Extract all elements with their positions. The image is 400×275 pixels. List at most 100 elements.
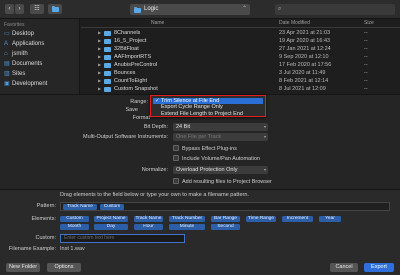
bit-depth-label: Bit Depth: [143,124,168,130]
file-date: 9 Sep 2020 at 12:10 [279,54,329,60]
folder-icon [104,54,111,60]
new-folder-button[interactable]: New Folder [6,263,40,272]
bypass-effects-checkbox[interactable]: Bypass Effect Plug-ins [173,145,237,153]
pattern-token-track-name[interactable]: Track Name [63,204,97,210]
add-to-project-browser-checkbox[interactable]: Add resulting files to Project Browser [173,178,272,186]
element-token[interactable]: Hour [134,223,163,230]
disclosure-triangle-icon[interactable]: ▶ [98,61,101,69]
disclosure-triangle-icon[interactable]: ▶ [98,53,101,61]
pattern-field[interactable]: Track Name Custom [60,202,390,211]
element-token[interactable]: Day [94,223,128,230]
element-token[interactable]: Custom [60,216,89,222]
folder-icon [104,38,111,44]
range-menu-item[interactable]: ✓ Trim Silence at File End [153,98,263,104]
bit-depth-value: 24 Bit [176,124,191,130]
sidebar-item-development[interactable]: ▣ Development [0,79,79,89]
file-size: -- [364,86,368,92]
element-token[interactable]: Month [60,223,89,230]
checkbox-box [173,145,179,151]
sidebar-item-icon: A [4,41,9,47]
disclosure-triangle-icon[interactable]: ▶ [98,69,101,77]
file-row[interactable]: ▶ Bounces 3 Jul 2020 at 11:49 -- [81,69,400,77]
file-date: 8 Jul 2021 at 12:09 [279,86,326,92]
disclosure-triangle-icon[interactable]: ▶ [98,37,101,45]
sidebar-item-documents[interactable]: ▤ Documents [0,59,79,69]
disclosure-triangle-icon[interactable]: ▶ [98,77,101,85]
sidebar-item-label: Applications [12,41,45,47]
normalize-popup[interactable]: Overload Protection Only ▾ [173,166,268,174]
chevron-right-icon: › [18,6,21,12]
range-menu-item[interactable]: Extend File Length to Project End [153,111,263,117]
element-token[interactable]: Increment [282,216,313,222]
custom-label: Custom: [35,235,56,241]
back-button[interactable]: ‹ [5,4,14,14]
sidebar-item-label: jsmith [12,51,28,57]
folder-icon [104,62,111,68]
element-token[interactable]: Time Range [246,216,276,222]
search-field[interactable]: ⌕ [275,4,395,15]
element-token[interactable]: Year [319,216,341,222]
file-date: 3 Jul 2020 at 11:49 [279,70,326,76]
save-label: Save [125,107,138,113]
export-button[interactable]: Export [364,263,394,272]
options-button[interactable]: Options [47,263,81,272]
sidebar-item-jsmith[interactable]: ⌂ jsmith [0,49,79,59]
multi-output-label: Multi-Output Software Instruments: [83,134,168,140]
forward-button[interactable]: › [15,4,24,14]
range-menu-item-label: Extend File Length to Project End [161,110,243,117]
file-row[interactable]: ▶ Custom Snapshot 8 Jul 2021 at 12:09 -- [81,85,400,93]
pattern-token-custom[interactable]: Custom [100,204,124,210]
file-row[interactable]: ▶ CountToEight 8 Feb 2021 at 12:14 -- [81,77,400,85]
sidebar-item-applications[interactable]: A Applications [0,39,79,49]
file-row[interactable]: ▶ 32BitFloat 27 Jan 2021 at 12:24 -- [81,45,400,53]
file-row[interactable]: ▶ 16_5_Project 19 Apr 2020 at 16:43 -- [81,37,400,45]
multi-output-popup[interactable]: One File per Track ▾ [173,133,268,141]
file-row[interactable]: ▶ 8Channels 23 Apr 2021 at 21:03 -- [81,29,400,37]
sidebar-item-desktop[interactable]: ▭ Desktop [0,29,79,39]
add-to-project-browser-label: Add resulting files to Project Browser [182,179,272,185]
file-size: -- [364,70,368,76]
cancel-button[interactable]: Cancel [330,263,358,272]
file-name: 32BitFloat [114,46,139,52]
element-token[interactable]: Project Name [94,216,128,222]
file-row[interactable]: ▶ AAFImportRTS 9 Sep 2020 at 12:10 -- [81,53,400,61]
custom-text-input[interactable]: Enter custom text here [60,234,185,243]
sidebar-item-label: Desktop [12,31,35,37]
new-folder-toolbar-button[interactable] [48,4,62,14]
list-view-icon: ☷ [34,6,40,12]
sidebar-item-icon: ⌂ [4,51,8,57]
normalize-value: Overload Protection Only [176,167,238,173]
disclosure-triangle-icon[interactable]: ▶ [98,45,101,53]
range-menu-item[interactable]: Export Cycle Range Only [153,104,263,110]
chevron-left-icon: ‹ [8,6,11,12]
sidebar-item-icon: ▣ [4,81,10,87]
chevron-updown-icon: ▾ [263,134,266,139]
element-token[interactable]: Minute [169,223,205,230]
bit-depth-popup[interactable]: 24 Bit ▾ [173,123,268,131]
disclosure-triangle-icon[interactable]: ▶ [98,85,101,93]
include-automation-checkbox[interactable]: Include Volume/Pan Automation [173,155,260,163]
file-name: CountToEight [114,78,148,84]
column-header-date[interactable]: Date Modified [279,19,310,28]
element-token[interactable]: Bar Range [211,216,240,222]
file-name: Custom Snapshot [114,86,158,92]
element-token[interactable]: Second [211,223,240,230]
file-name: 16_5_Project [114,38,147,44]
column-header-size[interactable]: Size [364,19,374,28]
file-date: 8 Feb 2021 at 12:14 [279,78,329,84]
view-options-button[interactable]: ☷ [30,4,44,14]
column-header-name[interactable]: Name [151,19,164,28]
disclosure-triangle-icon[interactable]: ▶ [98,29,101,37]
location-popup[interactable]: Logic ⌃ [130,4,250,15]
sidebar-item-label: Sites [12,71,26,77]
sidebar-item-icon: ▤ [4,61,10,67]
file-date: 17 Feb 2020 at 17:56 [279,62,332,68]
location-label: Logic [144,6,159,12]
folder-icon [104,86,111,92]
file-row[interactable]: ▶ AnubisPreControl 17 Feb 2020 at 17:56 -- [81,61,400,69]
element-token[interactable]: Track Number [169,216,205,222]
folder-icon [104,70,111,76]
element-token[interactable]: Track Name [134,216,163,222]
sidebar-item-sites[interactable]: ▥ Sites [0,69,79,79]
include-automation-label: Include Volume/Pan Automation [182,156,260,162]
